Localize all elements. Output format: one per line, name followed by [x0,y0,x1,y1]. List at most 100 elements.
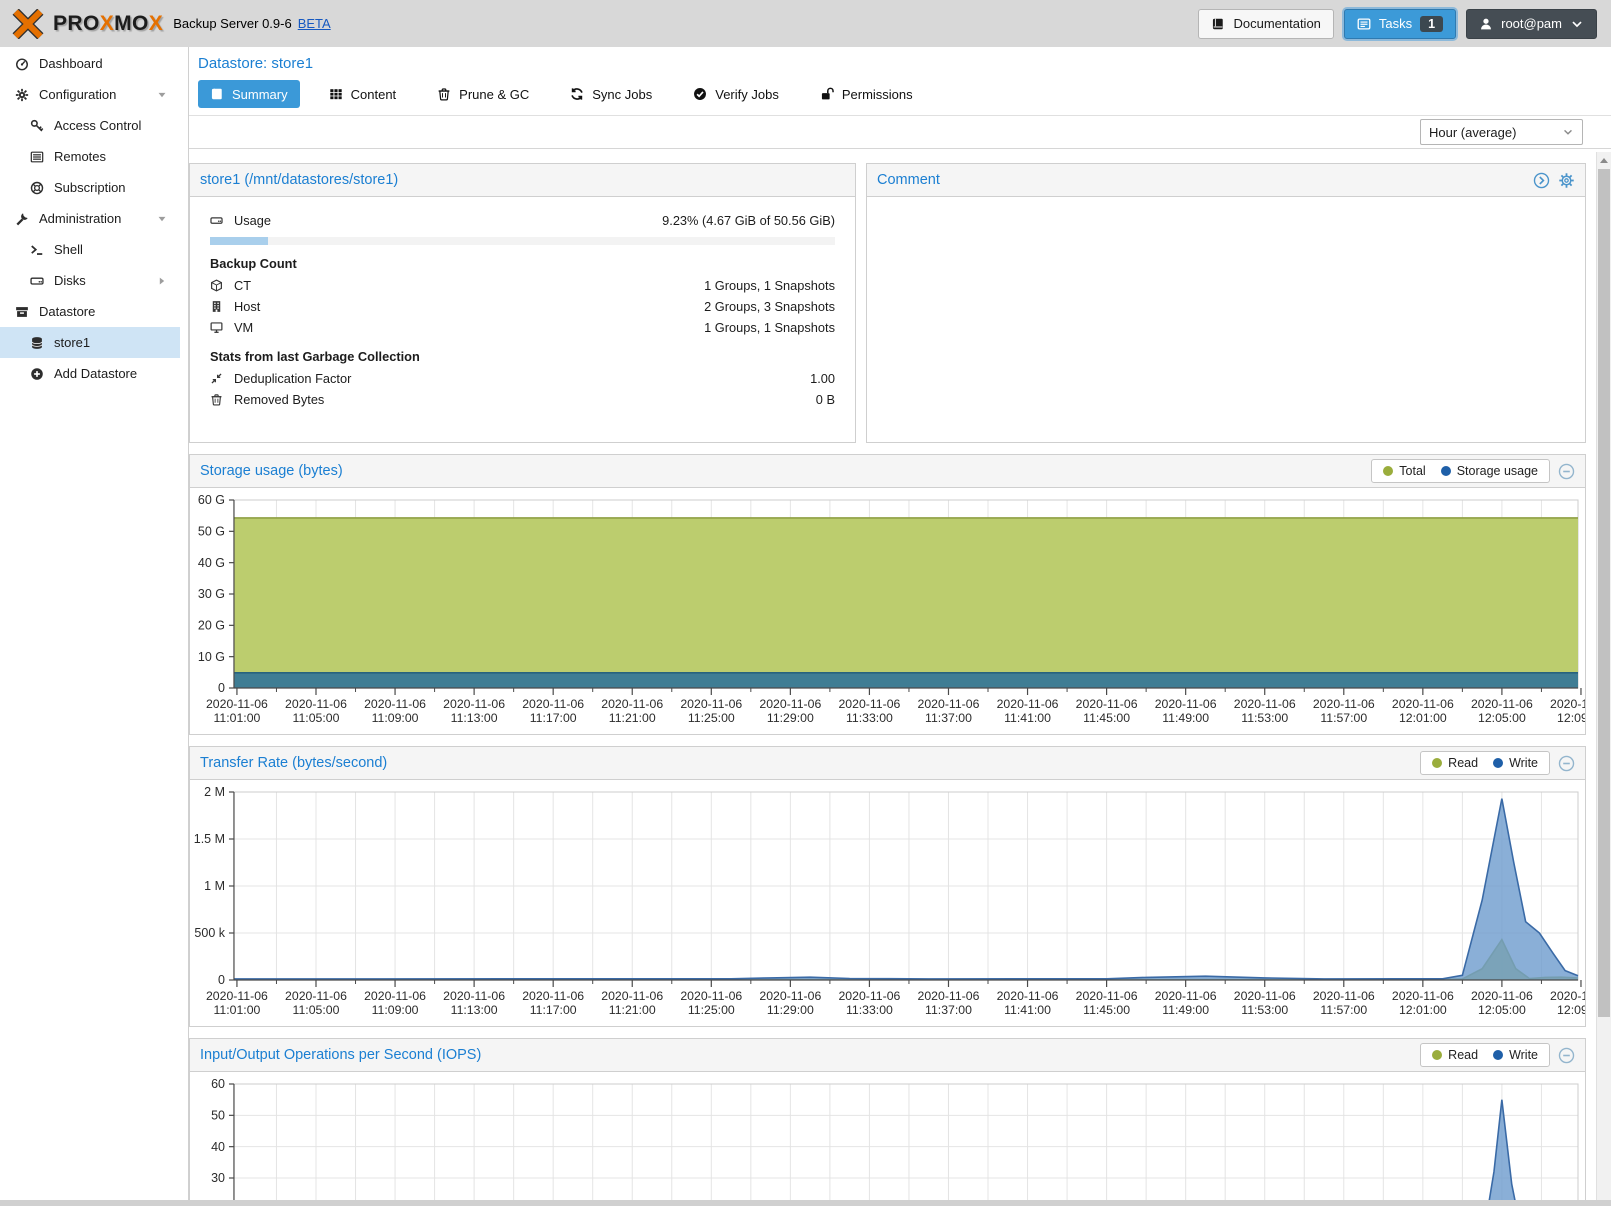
scroll-up-arrow[interactable] [1597,152,1611,168]
sidebar-item-label: Access Control [54,118,141,133]
user-menu-label: root@pam [1501,16,1562,31]
sidebar-item-store1[interactable]: store1 [0,327,180,358]
main-content: Datastore: store1 SummaryContentPrune & … [188,47,1611,1206]
svg-text:11:53:00: 11:53:00 [1241,1003,1288,1017]
tab-label: Permissions [842,87,913,102]
caret-down-icon[interactable] [157,214,167,224]
tab-sync-jobs[interactable]: Sync Jobs [558,80,664,108]
beta-link[interactable]: BETA [298,16,331,31]
comment-settings-gear-icon[interactable] [1558,172,1575,189]
legend-entry-total[interactable]: Total [1383,464,1425,478]
collapse-panel-icon[interactable] [1558,755,1575,772]
tachometer-icon [13,57,31,71]
svg-text:11:41:00: 11:41:00 [1004,711,1051,725]
wordmark-segment: X [100,12,114,35]
documentation-button[interactable]: Documentation [1198,9,1333,39]
svg-text:11:37:00: 11:37:00 [925,1003,972,1017]
legend-label: Write [1509,756,1538,770]
datastore-info-panel-header: store1 (/mnt/datastores/store1) [190,164,855,197]
sidebar-item-label: store1 [54,335,90,350]
row-value: 1 Groups, 1 Snapshots [704,320,835,335]
compress-icon [210,372,227,385]
iops-chart: 60504030201002020-11-0611:01:002020-11-0… [190,1072,1585,1206]
tab-verify-jobs[interactable]: Verify Jobs [681,80,791,108]
sidebar-item-access-control[interactable]: Access Control [0,110,180,141]
building-icon [210,300,227,313]
svg-text:2020-11-06: 2020-11-06 [601,697,663,711]
row-value: 1.00 [810,371,835,386]
tab-summary[interactable]: Summary [198,80,300,108]
user-menu-button[interactable]: root@pam [1466,9,1597,39]
sidebar-item-administration[interactable]: Administration [0,203,180,234]
collapse-panel-icon[interactable] [1558,463,1575,480]
collapse-panel-icon[interactable] [1558,1047,1575,1064]
legend-label: Read [1448,756,1478,770]
legend-dot-icon [1493,758,1503,768]
legend-entry-write[interactable]: Write [1493,1048,1538,1062]
svg-text:50 G: 50 G [198,525,225,539]
row-value: 0 B [816,392,835,407]
svg-text:0: 0 [218,973,225,987]
tab-content[interactable]: Content [317,80,409,108]
svg-text:11:05:00: 11:05:00 [293,711,340,725]
svg-text:2 M: 2 M [204,785,225,799]
svg-text:0: 0 [218,681,225,695]
legend-entry-write[interactable]: Write [1493,756,1538,770]
svg-text:11:29:00: 11:29:00 [767,1003,814,1017]
tab-label: Content [351,87,397,102]
sidebar-item-dashboard[interactable]: Dashboard [0,48,180,79]
chevron-down-icon [1570,17,1584,31]
time-range-value: Hour (average) [1429,125,1516,140]
svg-text:11:21:00: 11:21:00 [609,1003,656,1017]
storage-usage-chart-title: Storage usage (bytes) [200,463,343,479]
svg-text:2020-11-06: 2020-11-06 [285,989,347,1003]
plus-circle-icon [28,367,46,381]
tasks-button[interactable]: Tasks 1 [1344,9,1456,39]
row-value: 2 Groups, 3 Snapshots [704,299,835,314]
sidebar-item-configuration[interactable]: Configuration [0,79,180,110]
svg-text:2020-11-06: 2020-11-06 [759,989,821,1003]
gc-stats-row: Deduplication Factor1.00 [210,368,835,389]
comment-submit-icon[interactable] [1533,172,1550,189]
storage-usage-chart-header: Storage usage (bytes) Total Storage usage [190,455,1585,488]
svg-text:2020-11-06: 2020-11-06 [838,989,900,1003]
svg-text:11:37:00: 11:37:00 [925,711,972,725]
svg-text:12:09:00: 12:09:00 [1557,711,1585,725]
svg-text:50: 50 [211,1109,225,1123]
sidebar-nav: DashboardConfiguration Access Control Remo… [0,47,180,1206]
tasks-label: Tasks [1379,16,1412,31]
svg-text:2020-11-06: 2020-11-06 [1550,989,1585,1003]
backup-count-rows: CT1 Groups, 1 SnapshotsHost2 Groups, 3 S… [210,275,835,338]
sidebar-item-add-datastore[interactable]: Add Datastore [0,358,180,389]
svg-text:2020-11-06: 2020-11-06 [918,989,980,1003]
tab-permissions[interactable]: Permissions [808,80,925,108]
svg-text:2020-11-06: 2020-11-06 [522,989,584,1003]
legend-entry-read[interactable]: Read [1432,1048,1478,1062]
window-bottom-edge [0,1200,1611,1206]
legend-entry-storage-usage[interactable]: Storage usage [1441,464,1538,478]
sidebar-item-subscription[interactable]: Subscription [0,172,180,203]
tab-prune-gc[interactable]: Prune & GC [425,80,541,108]
legend-dot-icon [1432,1050,1442,1060]
svg-text:11:49:00: 11:49:00 [1162,1003,1209,1017]
vertical-scrollbar[interactable] [1596,152,1611,1206]
legend-label: Read [1448,1048,1478,1062]
caret-down-icon[interactable] [157,90,167,100]
svg-text:11:41:00: 11:41:00 [1004,1003,1051,1017]
sidebar-item-remotes[interactable]: Remotes [0,141,180,172]
legend-entry-read[interactable]: Read [1432,756,1478,770]
scrollbar-thumb[interactable] [1598,169,1610,1017]
wordmark-segment: MO [114,12,149,35]
storage-usage-chart-panel: Storage usage (bytes) TotalStorage usage… [189,454,1586,735]
sidebar-item-label: Remotes [54,149,106,164]
caret-right-icon[interactable] [157,276,167,286]
svg-text:2020-11-06: 2020-11-06 [997,697,1059,711]
proxmox-x-icon [10,9,46,39]
time-range-select[interactable]: Hour (average) [1420,119,1583,145]
sidebar-item-shell[interactable]: Shell [0,234,180,265]
legend-label: Write [1509,1048,1538,1062]
sidebar-item-datastore[interactable]: Datastore [0,296,180,327]
transfer-rate-chart-header: Transfer Rate (bytes/second) ReadWrite [190,747,1585,780]
proxmox-logo: PROXMOX [10,9,163,39]
sidebar-item-disks[interactable]: Disks [0,265,180,296]
